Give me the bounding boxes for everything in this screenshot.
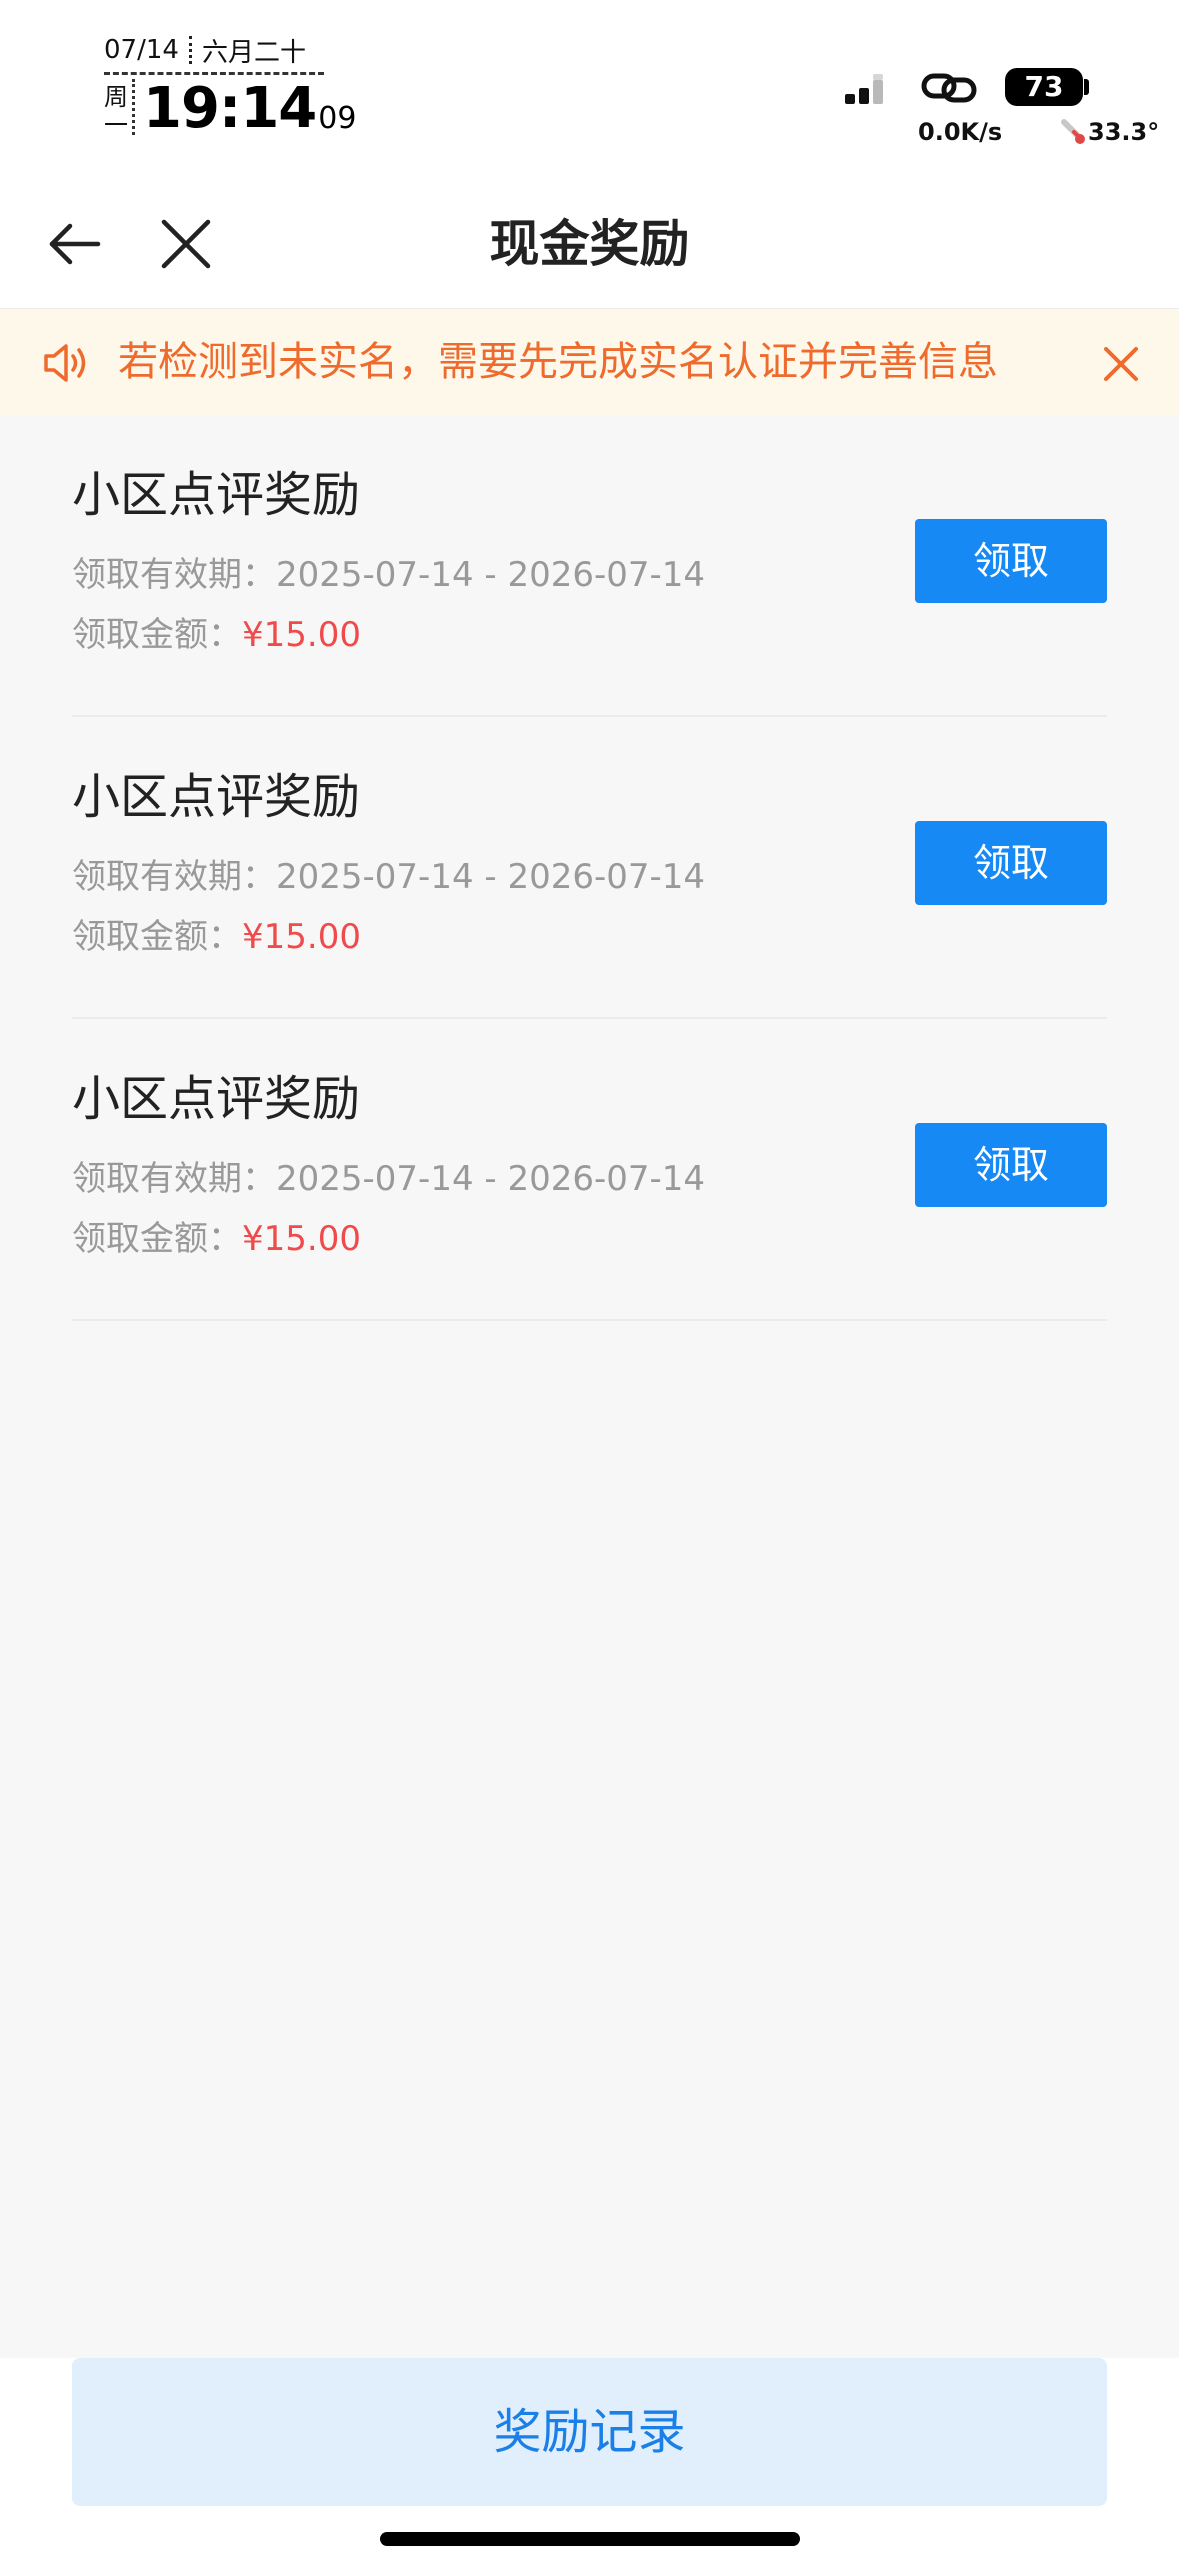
temperature-value: 33.3° [1088, 118, 1160, 146]
reward-amount: 领取金额：¥15.00 [72, 915, 361, 959]
notice-close-button[interactable] [1102, 345, 1140, 383]
reward-amount-label: 领取金额： [72, 1219, 242, 1259]
reward-amount-value: ¥15.00 [242, 1219, 361, 1259]
close-button[interactable] [156, 214, 216, 274]
close-icon [1104, 347, 1138, 381]
reward-amount-label: 领取金额： [72, 615, 242, 655]
battery-tip [1084, 79, 1089, 95]
status-seconds: 09 [318, 101, 357, 136]
status-weekday-top: 周 [104, 83, 128, 111]
reward-period-value: 2025-07-14 - 2026-07-14 [276, 857, 706, 897]
reward-title: 小区点评奖励 [72, 467, 361, 523]
status-date-separator [188, 36, 192, 64]
close-icon [161, 219, 211, 269]
status-weekday: 周 一 [104, 83, 128, 139]
status-lunar-date: 六月二十 [201, 37, 306, 68]
arrow-left-icon [49, 223, 101, 265]
home-indicator[interactable] [380, 2532, 800, 2546]
reward-period-label: 领取有效期： [72, 857, 276, 897]
status-weekday-bottom: 一 [104, 111, 128, 139]
reward-period: 领取有效期：2025-07-14 - 2026-07-14 [72, 855, 705, 899]
network-speed: 0.0K/s [918, 118, 1003, 146]
battery-level: 73 [1024, 70, 1064, 103]
reward-period-value: 2025-07-14 - 2026-07-14 [276, 555, 706, 595]
status-weekday-separator [132, 79, 135, 135]
reward-item: 小区点评奖励 领取有效期：2025-07-14 - 2026-07-14 领取金… [72, 1019, 1107, 1321]
claim-button[interactable]: 领取 [915, 1123, 1107, 1207]
reward-item: 小区点评奖励 领取有效期：2025-07-14 - 2026-07-14 领取金… [72, 717, 1107, 1019]
reward-amount: 领取金额：¥15.00 [72, 613, 361, 657]
page: 07/14 六月二十 周 一 19:14 09 0.0K/s 73 33.3° … [0, 0, 1179, 2556]
status-datetime: 07/14 六月二十 周 一 19:14 09 [104, 30, 356, 141]
reward-title: 小区点评奖励 [72, 769, 361, 825]
status-time: 19:14 [143, 76, 317, 141]
status-divider [104, 72, 324, 75]
link-icon [921, 73, 977, 103]
status-date: 07/14 [104, 35, 179, 65]
reward-list: 小区点评奖励 领取有效期：2025-07-14 - 2026-07-14 领取金… [0, 415, 1179, 1321]
thermometer-icon [1061, 119, 1085, 144]
back-button[interactable] [44, 214, 104, 274]
claim-button[interactable]: 领取 [915, 821, 1107, 905]
battery-icon: 73 [1005, 68, 1083, 106]
signal-icon [845, 74, 883, 104]
reward-period-label: 领取有效期： [72, 1159, 276, 1199]
status-time-line: 周 一 19:14 09 [104, 76, 356, 141]
bottom-bar: 奖励记录 [0, 2358, 1179, 2556]
speaker-icon [44, 344, 86, 382]
claim-button[interactable]: 领取 [915, 519, 1107, 603]
reward-amount: 领取金额：¥15.00 [72, 1217, 361, 1261]
reward-amount-value: ¥15.00 [242, 615, 361, 655]
temperature-indicator: 33.3° [1058, 118, 1159, 146]
status-bar: 07/14 六月二十 周 一 19:14 09 0.0K/s 73 33.3° [0, 0, 1179, 180]
status-date-line: 07/14 六月二十 [104, 30, 324, 70]
nav-bar: 现金奖励 [0, 180, 1179, 309]
reward-period: 领取有效期：2025-07-14 - 2026-07-14 [72, 1157, 705, 1201]
reward-period-value: 2025-07-14 - 2026-07-14 [276, 1159, 706, 1199]
reward-item: 小区点评奖励 领取有效期：2025-07-14 - 2026-07-14 领取金… [72, 415, 1107, 717]
reward-period: 领取有效期：2025-07-14 - 2026-07-14 [72, 553, 705, 597]
notice-text: 若检测到未实名，需要先完成实名认证并完善信息 [118, 339, 998, 385]
reward-period-label: 领取有效期： [72, 555, 276, 595]
reward-records-button[interactable]: 奖励记录 [72, 2358, 1107, 2506]
reward-title: 小区点评奖励 [72, 1071, 361, 1127]
notice-bar: 若检测到未实名，需要先完成实名认证并完善信息 [0, 309, 1179, 415]
reward-amount-label: 领取金额： [72, 917, 242, 957]
reward-amount-value: ¥15.00 [242, 917, 361, 957]
